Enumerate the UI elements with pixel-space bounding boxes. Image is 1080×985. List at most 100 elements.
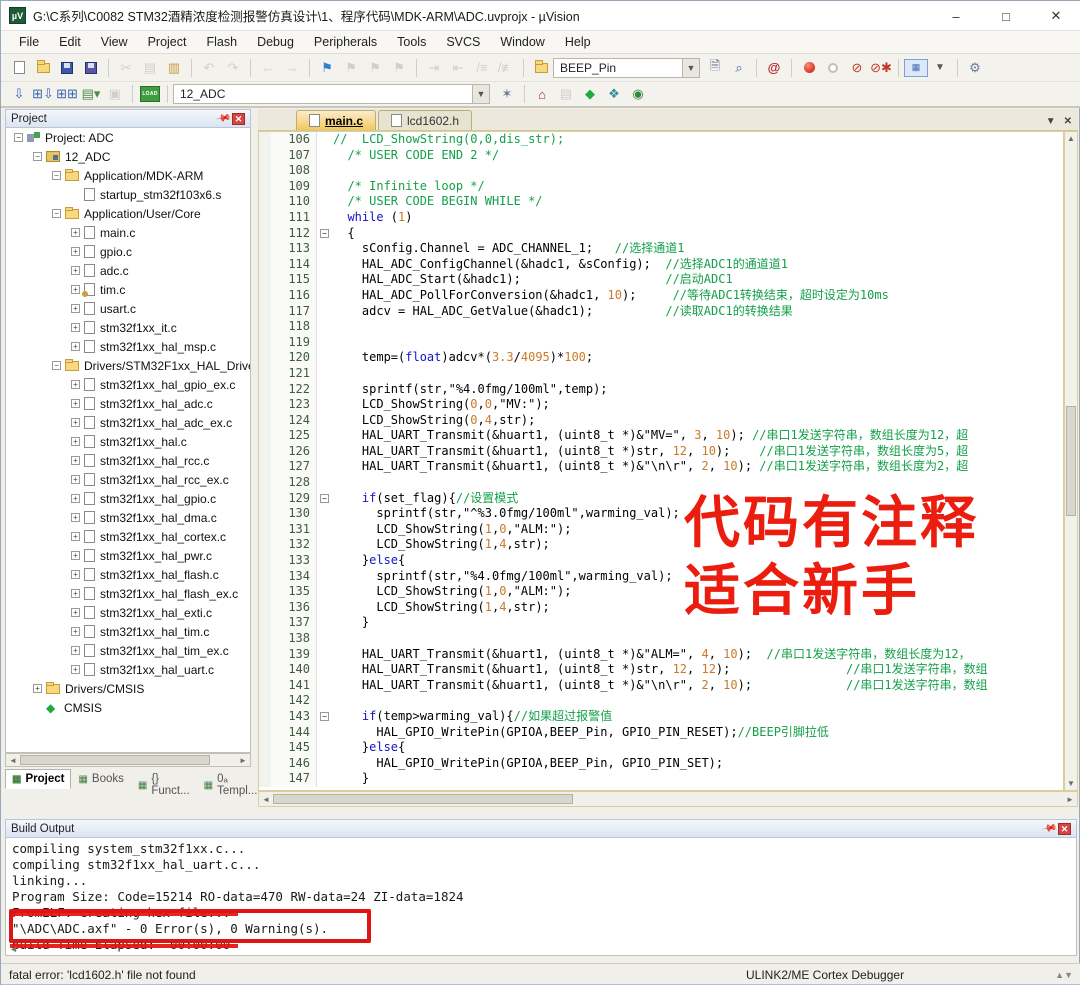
tree-expander-icon[interactable]: + [71, 266, 80, 275]
comment-selection-button[interactable]: /≡ [471, 58, 493, 78]
menu-peripherals[interactable]: Peripherals [304, 32, 387, 52]
pin-icon[interactable]: 📌 [1041, 820, 1058, 836]
new-file-button[interactable] [8, 58, 30, 78]
bookmark-margin[interactable] [259, 646, 271, 663]
code-line-109[interactable]: 109 /* Infinite loop */ [259, 178, 1063, 195]
menu-help[interactable]: Help [555, 32, 601, 52]
bookmark-margin[interactable] [259, 553, 271, 569]
tree-expander-icon[interactable]: + [71, 513, 80, 522]
bookmark-margin[interactable] [259, 225, 271, 242]
code-line-146[interactable]: 146 HAL_GPIO_WritePin(GPIOA,BEEP_Pin, GP… [259, 755, 1063, 772]
target-combo-dropdown[interactable]: ▼ [473, 84, 490, 104]
bookmark-margin[interactable] [259, 584, 271, 600]
tree-expander-icon[interactable]: + [71, 380, 80, 389]
bookmark-margin[interactable] [259, 490, 271, 507]
menu-view[interactable]: View [91, 32, 138, 52]
tree-item-project-adc[interactable]: − Project: ADC [6, 128, 250, 147]
tree-expander-icon[interactable]: − [52, 209, 61, 218]
code-line-116[interactable]: 116 HAL_ADC_PollForConversion(&hadc1, 10… [259, 287, 1063, 304]
bookmark-margin[interactable] [259, 163, 271, 179]
bookmark-margin[interactable] [259, 303, 271, 320]
menu-debug[interactable]: Debug [247, 32, 304, 52]
fold-margin[interactable]: − [317, 226, 333, 242]
tree-expander-icon[interactable]: + [71, 418, 80, 427]
bookmark-margin[interactable] [259, 147, 271, 164]
tree-item-12-adc[interactable]: − 12_ADC [6, 147, 250, 166]
flash-config-button[interactable]: ❖ [603, 84, 625, 104]
scroll-down-icon[interactable]: ▼ [1067, 779, 1075, 788]
save-button[interactable] [56, 58, 78, 78]
bookmark-margin[interactable] [259, 459, 271, 476]
code-line-107[interactable]: 107 /* USER CODE END 2 */ [259, 147, 1063, 164]
tree-item-stm32f1xx-hal-tim-c[interactable]: + stm32f1xx_hal_tim.c [6, 622, 250, 641]
bookmark-margin[interactable] [259, 475, 271, 491]
target-combo[interactable]: 12_ADC [173, 84, 473, 104]
menu-tools[interactable]: Tools [387, 32, 436, 52]
code-line-122[interactable]: 122 sprintf(str,"%4.0fmg/100ml",temp); [259, 381, 1063, 398]
bookmark-toggle-button[interactable]: ⚑ [316, 58, 338, 78]
save-all-button[interactable] [80, 58, 102, 78]
tree-item-stm32f1xx-hal-rcc-c[interactable]: + stm32f1xx_hal_rcc.c [6, 451, 250, 470]
build-button[interactable]: ⊞⇩ [32, 84, 54, 104]
window-layout-dropdown[interactable]: ▼ [929, 58, 951, 78]
tree-item-cmsis[interactable]: ◆ CMSIS [6, 698, 250, 717]
scroll-thumb[interactable] [20, 755, 210, 765]
bookmark-margin[interactable] [259, 443, 271, 460]
scroll-up-icon[interactable]: ▲ [1067, 134, 1075, 143]
tree-expander-icon[interactable]: + [71, 627, 80, 636]
tree-expander-icon[interactable]: + [71, 285, 80, 294]
tree-expander-icon[interactable]: + [71, 304, 80, 313]
tree-item-startup-stm32f103x6-s[interactable]: startup_stm32f103x6.s [6, 185, 250, 204]
scroll-left-icon[interactable]: ◄ [9, 944, 18, 954]
tree-item-stm32f1xx-hal-msp-c[interactable]: + stm32f1xx_hal_msp.c [6, 337, 250, 356]
tree-item-gpio-c[interactable]: + gpio.c [6, 242, 250, 261]
bookmark-margin[interactable] [259, 319, 271, 335]
tree-expander-icon[interactable]: + [71, 494, 80, 503]
menu-svcs[interactable]: SVCS [436, 32, 490, 52]
code-line-141[interactable]: 141 HAL_UART_Transmit(&huart1, (uint8_t … [259, 677, 1063, 694]
tree-item-stm32f1xx-hal-rcc-ex-c[interactable]: + stm32f1xx_hal_rcc_ex.c [6, 470, 250, 489]
bookmark-margin[interactable] [259, 771, 271, 787]
manage-rte-button[interactable]: ◆ [579, 84, 601, 104]
tree-expander-icon[interactable]: + [71, 608, 80, 617]
bookmark-margin[interactable] [259, 740, 271, 756]
outdent-button[interactable]: ⇤ [447, 58, 469, 78]
stop-build-button[interactable]: ▣ [104, 84, 126, 104]
menu-project[interactable]: Project [138, 32, 197, 52]
code-line-112[interactable]: 112− { [259, 225, 1063, 242]
bookmark-margin[interactable] [259, 397, 271, 413]
code-line-114[interactable]: 114 HAL_ADC_ConfigChannel(&hadc1, &sConf… [259, 256, 1063, 273]
project-tree-hscrollbar[interactable]: ◄ ► [5, 753, 251, 767]
redo-button[interactable]: ↷ [222, 58, 244, 78]
code-line-126[interactable]: 126 HAL_UART_Transmit(&huart1, (uint8_t … [259, 443, 1063, 460]
code-line-117[interactable]: 117 adcv = HAL_ADC_GetValue(&hadc1); //读… [259, 303, 1063, 320]
tree-item-stm32f1xx-hal-uart-c[interactable]: + stm32f1xx_hal_uart.c [6, 660, 250, 679]
paste-button[interactable]: ▥ [163, 58, 185, 78]
symbol-combo[interactable]: BEEP_Pin [553, 57, 683, 78]
scroll-right-icon[interactable]: ► [1063, 795, 1077, 804]
menu-edit[interactable]: Edit [49, 32, 91, 52]
bookmark-margin[interactable] [259, 365, 271, 382]
scroll-left-icon[interactable]: ◄ [6, 756, 20, 765]
tree-expander-icon[interactable]: + [71, 475, 80, 484]
uncomment-selection-button[interactable]: /≢ [495, 58, 517, 78]
copy-button[interactable]: ▤ [139, 58, 161, 78]
bookmark-margin[interactable] [259, 412, 271, 429]
tab-list-dropdown[interactable]: ▼ [1046, 116, 1056, 127]
tree-expander-icon[interactable]: − [52, 171, 61, 180]
code-line-125[interactable]: 125 HAL_UART_Transmit(&huart1, (uint8_t … [259, 428, 1063, 444]
bookmark-margin[interactable] [259, 272, 271, 288]
project-tree[interactable]: − Project: ADC −12_ADC − Application/MDK-ARM… [5, 128, 251, 753]
breakpoint-disable-button[interactable] [822, 58, 844, 78]
code-line-119[interactable]: 119 [259, 334, 1063, 351]
options-for-target-button[interactable]: ✶ [496, 84, 518, 104]
tree-expander-icon[interactable]: + [71, 532, 80, 541]
tree-item-stm32f1xx-hal-flash-c[interactable]: + stm32f1xx_hal_flash.c [6, 565, 250, 584]
breakpoint-disable-all-button[interactable]: ⊘ [846, 58, 868, 78]
configure-button[interactable]: ⚙ [964, 58, 986, 78]
bookmark-clear-button[interactable]: ⚑ [388, 58, 410, 78]
symbol-combo-dropdown[interactable]: ▼ [683, 57, 700, 78]
download-button[interactable]: LOAD [139, 84, 161, 104]
code-editor[interactable]: 106// LCD_ShowString(0,0,dis_str); 107 /*… [258, 131, 1064, 791]
breakpoint-toggle-button[interactable] [798, 58, 820, 78]
